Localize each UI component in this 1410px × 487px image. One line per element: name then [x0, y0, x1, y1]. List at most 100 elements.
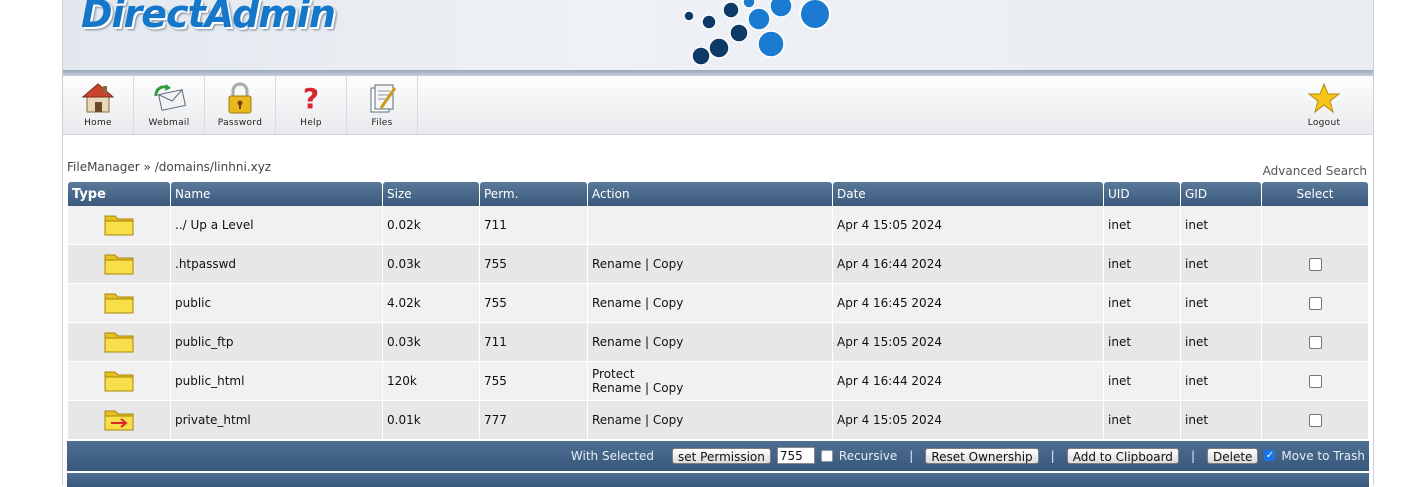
row-type-cell[interactable]: [68, 284, 170, 323]
breadcrumb-path: /domains/linhni.xyz: [154, 160, 272, 174]
row-type-cell[interactable]: [68, 206, 170, 245]
column-header-select: Select: [1262, 182, 1368, 206]
breadcrumb: FileManager » /domains/linhni.xyz: [67, 160, 271, 174]
main-toolbar: Home Webmail Password ? Help Files Logou…: [63, 76, 1373, 135]
row-type-cell[interactable]: [68, 323, 170, 362]
with-selected-controls: With Selected set Permission Recursive |…: [571, 447, 1365, 464]
toolbar-home-button[interactable]: Home: [63, 76, 134, 134]
svg-text:?: ?: [303, 82, 319, 114]
row-date: Apr 4 15:05 2024: [833, 323, 1103, 362]
separator-pipe: |: [909, 448, 914, 463]
row-select-cell: [1262, 401, 1368, 440]
row-size: 0.02k: [383, 206, 479, 245]
column-header-type[interactable]: Type: [68, 182, 170, 206]
row-perm[interactable]: 777: [480, 401, 587, 440]
rename-copy-links[interactable]: Rename | Copy: [592, 413, 828, 427]
breadcrumb-root[interactable]: FileManager: [67, 160, 140, 174]
row-action: Rename | Copy: [588, 401, 832, 440]
row-name[interactable]: ../ Up a Level: [171, 206, 382, 245]
file-table-body: ../ Up a Level 0.02k 711 Apr 4 15:05 2024 in…: [68, 206, 1368, 440]
row-type-cell[interactable]: [68, 401, 170, 440]
row-name[interactable]: public: [171, 284, 382, 323]
row-perm[interactable]: 711: [480, 206, 587, 245]
home-icon: [81, 83, 115, 113]
row-size: 120k: [383, 362, 479, 401]
row-gid: inet: [1181, 206, 1261, 245]
folder-icon: [104, 215, 134, 235]
toolbar-files-button[interactable]: Files: [347, 76, 418, 134]
help-icon: ?: [303, 82, 319, 114]
row-perm[interactable]: 711: [480, 323, 587, 362]
row-date: Apr 4 16:45 2024: [833, 284, 1103, 323]
rename-copy-links[interactable]: Rename | Copy: [592, 381, 828, 395]
row-uid: inet: [1104, 206, 1180, 245]
row-perm[interactable]: 755: [480, 245, 587, 284]
row-type-cell[interactable]: [68, 362, 170, 401]
reset-ownership-button[interactable]: Reset Ownership: [925, 447, 1039, 464]
column-header-perm[interactable]: Perm.: [480, 182, 587, 206]
row-perm[interactable]: 755: [480, 284, 587, 323]
recursive-label: Recursive: [838, 448, 898, 463]
column-header-uid[interactable]: UID: [1104, 182, 1180, 206]
row-gid: inet: [1181, 362, 1261, 401]
files-icon: [370, 84, 397, 113]
directadmin-logo[interactable]: DirectAdmin: [81, 0, 336, 36]
row-select-checkbox[interactable]: [1308, 336, 1322, 349]
row-action: Rename | Copy: [588, 323, 832, 362]
toolbar-help-button[interactable]: ? Help: [276, 76, 347, 134]
row-date: Apr 4 15:05 2024: [833, 401, 1103, 440]
add-to-clipboard-button[interactable]: Add to Clipboard: [1066, 447, 1179, 464]
row-select-cell: [1262, 323, 1368, 362]
move-to-trash-label: Move to Trash: [1281, 448, 1365, 463]
toolbar-webmail-button[interactable]: Webmail: [134, 76, 205, 134]
row-gid: inet: [1181, 323, 1261, 362]
rename-copy-links[interactable]: Rename | Copy: [592, 296, 828, 310]
delete-button[interactable]: Delete: [1206, 447, 1259, 464]
column-header-name[interactable]: Name: [171, 182, 382, 206]
row-perm[interactable]: 755: [480, 362, 587, 401]
column-header-size[interactable]: Size: [383, 182, 479, 206]
toolbar-files-label: Files: [371, 118, 393, 128]
set-permission-button[interactable]: set Permission: [672, 447, 771, 464]
file-table-header-row: Type Name Size Perm. Action Date UID GID…: [68, 182, 1368, 206]
row-date: Apr 4 16:44 2024: [833, 245, 1103, 284]
row-name[interactable]: public_ftp: [171, 323, 382, 362]
advanced-search-link[interactable]: Advanced Search: [1263, 164, 1367, 178]
row-date: Apr 4 15:05 2024: [833, 206, 1103, 245]
move-to-trash-checkbox[interactable]: ✓: [1264, 450, 1276, 461]
header-banner: DirectAdmin: [63, 0, 1373, 70]
permission-input[interactable]: [776, 447, 815, 464]
row-uid: inet: [1104, 401, 1180, 440]
row-uid: inet: [1104, 362, 1180, 401]
column-header-date[interactable]: Date: [833, 182, 1103, 206]
row-type-cell[interactable]: [68, 245, 170, 284]
row-select-cell: [1262, 245, 1368, 284]
toolbar-password-label: Password: [217, 118, 263, 128]
toolbar-password-button[interactable]: Password: [205, 76, 276, 134]
row-select-cell: [1262, 206, 1368, 245]
row-select-checkbox[interactable]: [1308, 297, 1322, 310]
column-header-gid[interactable]: GID: [1181, 182, 1261, 206]
row-select-cell: [1262, 284, 1368, 323]
row-name[interactable]: private_html: [171, 401, 382, 440]
column-header-action: Action: [588, 182, 832, 206]
row-select-checkbox[interactable]: [1308, 375, 1322, 388]
lock-icon: [228, 82, 252, 114]
row-select-checkbox[interactable]: [1308, 258, 1322, 271]
recursive-checkbox[interactable]: [820, 449, 833, 462]
toolbar-help-label: Help: [300, 118, 322, 128]
rename-copy-links[interactable]: Rename | Copy: [592, 335, 828, 349]
row-uid: inet: [1104, 284, 1180, 323]
row-gid: inet: [1181, 245, 1261, 284]
row-date: Apr 4 16:44 2024: [833, 362, 1103, 401]
row-select-checkbox[interactable]: [1308, 414, 1322, 427]
toolbar-home-label: Home: [84, 118, 112, 128]
toolbar-logout-button[interactable]: Logout: [1289, 76, 1359, 134]
row-name[interactable]: public_html: [171, 362, 382, 401]
webmail-icon: [154, 84, 186, 111]
rename-copy-links[interactable]: Rename | Copy: [592, 257, 828, 271]
row-name[interactable]: .htpasswd: [171, 245, 382, 284]
protect-link[interactable]: Protect: [592, 367, 828, 381]
table-row: public 4.02k 755 Rename | Copy Apr 4 16:45 2…: [68, 284, 1368, 323]
toolbar-logout-label: Logout: [1307, 118, 1341, 128]
